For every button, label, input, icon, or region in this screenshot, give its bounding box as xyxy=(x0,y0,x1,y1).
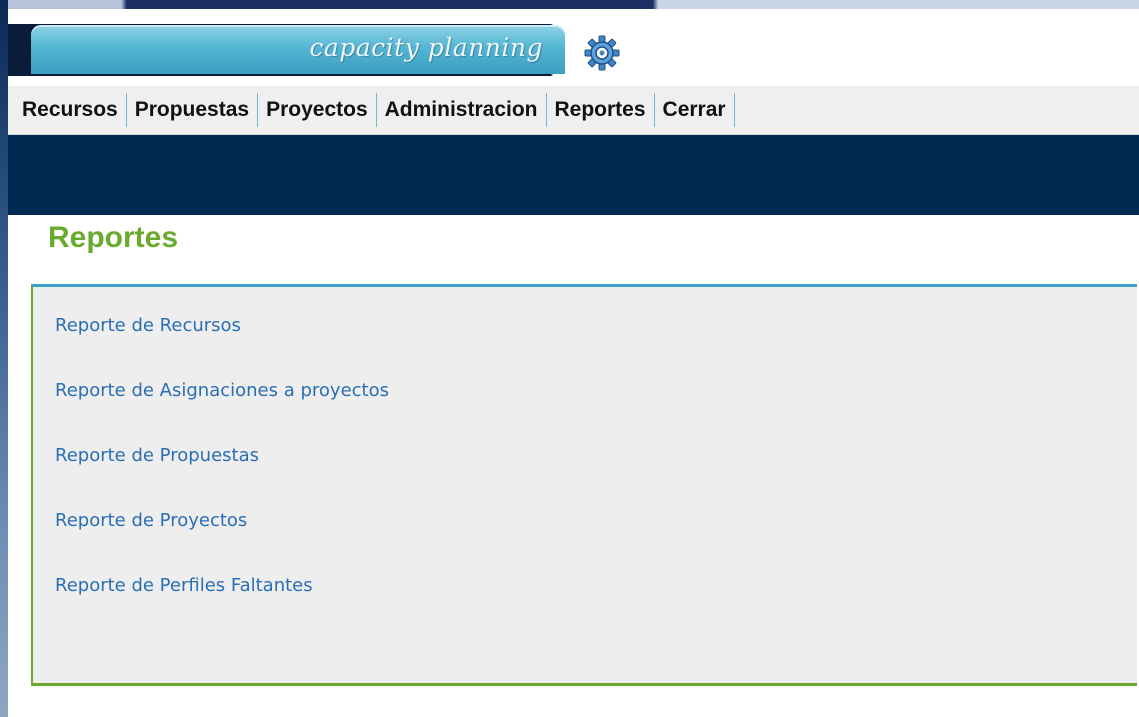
nav-item-reportes[interactable]: Reportes xyxy=(547,93,655,127)
report-link-recursos[interactable]: Reporte de Recursos xyxy=(55,315,241,336)
page-title: Reportes xyxy=(48,221,179,254)
report-link-proyectos[interactable]: Reporte de Proyectos xyxy=(55,510,247,531)
nav-item-propuestas[interactable]: Propuestas xyxy=(127,93,259,127)
report-link-perfiles-faltantes[interactable]: Reporte de Perfiles Faltantes xyxy=(55,575,313,596)
nav-item-proyectos[interactable]: Proyectos xyxy=(258,93,377,127)
reports-list: Reporte de Recursos Reporte de Asignacio… xyxy=(31,284,1137,686)
nav-item-administracion[interactable]: Administracion xyxy=(377,93,547,127)
top-bar xyxy=(8,0,1139,9)
nav-item-recursos[interactable]: Recursos xyxy=(8,93,127,127)
main-nav: Recursos Propuestas Proyectos Administra… xyxy=(8,86,1139,135)
header-band xyxy=(8,135,1139,215)
gear-icon[interactable] xyxy=(581,34,623,72)
app-logo-tab[interactable]: capacity planning xyxy=(31,25,565,74)
left-gradient-strip xyxy=(0,0,8,717)
report-link-asignaciones[interactable]: Reporte de Asignaciones a proyectos xyxy=(55,380,389,401)
report-link-propuestas[interactable]: Reporte de Propuestas xyxy=(55,445,259,466)
app-logo-text: capacity planning xyxy=(309,33,543,62)
reports-panel: Reportes Reporte de Recursos Reporte de … xyxy=(31,215,1139,689)
nav-item-cerrar[interactable]: Cerrar xyxy=(655,93,735,127)
